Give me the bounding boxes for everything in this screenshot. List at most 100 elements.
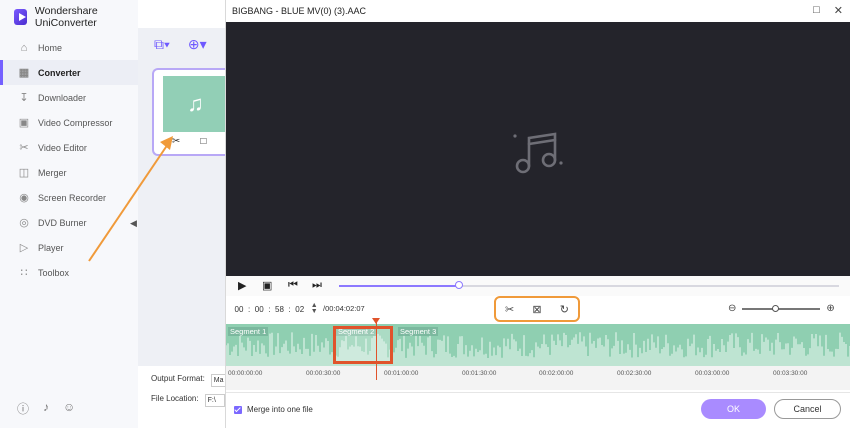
sidebar-item-label: Toolbox (38, 267, 70, 278)
current-time-field[interactable]: 00: 00: 58: 02 ▲ ▼ (234, 302, 318, 315)
feedback-icon[interactable]: ☺ (63, 400, 75, 417)
home-icon: ⌂ (20, 41, 28, 54)
ok-button[interactable]: OK (701, 399, 766, 419)
tick-label: 00:00:00:00 (228, 370, 263, 377)
add-media-icon[interactable]: ⊕▾ (188, 36, 207, 53)
sidebar-item-merger[interactable]: ◫ Merger (0, 160, 138, 185)
time-minutes[interactable]: 00 (254, 305, 264, 314)
time-hours[interactable]: 00 (234, 305, 244, 314)
segment-label: Segment 3 (398, 327, 439, 336)
sidebar-item-label: Converter (38, 67, 81, 78)
play-icon[interactable]: ▶ (238, 279, 246, 292)
app-logo-icon (14, 9, 27, 25)
disc-icon: ◎ (19, 217, 29, 229)
media-preview (226, 22, 850, 276)
dialog-footer: Merge into one file OK Cancel (226, 392, 850, 428)
total-duration: /00:04:02:07 (323, 304, 365, 313)
segment-label: Segment 1 (228, 327, 269, 336)
sidebar-footer: ⓘ ♪ ☺ (17, 400, 75, 417)
time-row: 00: 00: 58: 02 ▲ ▼ /00:04:02:07 ✂ ⊠ ↻ ⊖ ⊕ (226, 296, 850, 322)
grid-icon: ∷ (20, 267, 28, 279)
sidebar-item-label: Player (38, 242, 64, 253)
zoom-handle[interactable] (772, 304, 780, 312)
trim-dialog: BIGBANG - BLUE MV(0) (3).AAC □ ✕ ▶ ▣ ⏮ ⏭ (225, 0, 850, 428)
edit-tools-group: ✂ ⊠ ↻ (494, 296, 580, 322)
file-card-actions: ✂ □ (172, 136, 206, 147)
playhead[interactable] (376, 322, 377, 380)
progress-bar[interactable] (339, 281, 839, 289)
output-format: Output Format: Ma (151, 374, 231, 387)
record-icon: ◉ (19, 192, 29, 204)
download-icon: ↧ (19, 92, 29, 104)
playback-controls: ▶ ▣ ⏮ ⏭ (226, 276, 850, 296)
file-card[interactable]: ♫ ✂ □ (152, 68, 228, 156)
merge-icon: ◫ (18, 167, 30, 179)
time-seconds[interactable]: 58 (274, 305, 284, 314)
sidebar-item-label: Video Editor (38, 142, 87, 153)
progress-fill (339, 285, 459, 287)
previous-frame-icon[interactable]: ⏮ (288, 279, 298, 292)
zoom-in-icon[interactable]: ⊕ (826, 303, 834, 314)
sidebar-nav: ⌂ Home ▦ Converter ↧ Downloader ▣ Video … (0, 35, 138, 285)
merge-option[interactable]: Merge into one file (234, 405, 313, 414)
music-note-icon: ♫ (187, 91, 204, 116)
dialog-title-bar: BIGBANG - BLUE MV(0) (3).AAC □ ✕ (226, 0, 850, 22)
sidebar-item-converter[interactable]: ▦ Converter (0, 60, 138, 85)
play-icon: ▷ (19, 242, 29, 254)
sidebar-item-home[interactable]: ⌂ Home (0, 35, 138, 60)
sidebar-item-video-editor[interactable]: ✂ Video Editor (0, 135, 138, 160)
maximize-icon[interactable]: □ (813, 4, 820, 17)
dialog-title: BIGBANG - BLUE MV(0) (3).AAC (232, 6, 367, 16)
time-frames[interactable]: 02 (295, 305, 305, 314)
sidebar-item-label: Home (38, 42, 63, 53)
sidebar-item-label: Video Compressor (38, 117, 113, 128)
collapse-arrow-icon[interactable]: ◀ (130, 218, 137, 229)
sidebar-item-player[interactable]: ▷ Player (0, 235, 138, 260)
waveform[interactable]: Segment 1 Segment 2 Segment 3 (226, 324, 850, 366)
sidebar-item-label: Downloader (38, 92, 87, 103)
next-frame-icon[interactable]: ⏭ (312, 279, 322, 292)
tick-label: 00:00:30:00 (306, 370, 341, 377)
app-title: Wondershare UniConverter (14, 5, 138, 29)
sidebar-item-dvd-burner[interactable]: ◎ DVD Burner (0, 210, 138, 235)
crop-icon[interactable]: □ (200, 136, 206, 147)
selected-segment[interactable] (333, 326, 393, 364)
merge-checkbox[interactable] (234, 405, 242, 414)
app-name: Wondershare UniConverter (34, 5, 98, 29)
file-location: File Location: F:\ (151, 394, 225, 407)
close-icon[interactable]: ✕ (834, 4, 843, 17)
time-stepper-icon[interactable]: ▲ ▼ (311, 302, 318, 315)
sidebar-item-toolbox[interactable]: ∷ Toolbox (0, 260, 138, 285)
timeline[interactable]: Segment 1 Segment 2 Segment 3 00:00:00:0… (226, 324, 850, 390)
reset-icon[interactable]: ↻ (560, 303, 569, 316)
sidebar-item-label: Screen Recorder (38, 192, 107, 203)
tick-label: 00:01:00:00 (384, 370, 419, 377)
cut-icon[interactable]: ✂ (505, 303, 514, 316)
tick-label: 00:02:00:00 (539, 370, 574, 377)
sidebar-item-video-compressor[interactable]: ▣ Video Compressor (0, 110, 138, 135)
delete-segment-icon[interactable]: ⊠ (532, 303, 541, 316)
window-controls: □ ✕ (813, 4, 843, 17)
zoom-slider[interactable] (742, 304, 821, 312)
sidebar-item-label: DVD Burner (38, 217, 87, 228)
sidebar-item-downloader[interactable]: ↧ Downloader (0, 85, 138, 110)
help-icon[interactable]: ⓘ (17, 400, 29, 417)
compress-icon: ▣ (18, 117, 30, 129)
sidebar-item-label: Merger (38, 167, 67, 178)
tick-label: 00:03:00:00 (695, 370, 730, 377)
stop-icon[interactable]: ▣ (262, 279, 272, 292)
sidebar-item-screen-recorder[interactable]: ◉ Screen Recorder (0, 185, 138, 210)
zoom-control: ⊖ ⊕ (728, 303, 835, 314)
add-file-icon[interactable]: ⧉▾ (154, 36, 170, 53)
cancel-button[interactable]: Cancel (774, 399, 841, 419)
bell-icon[interactable]: ♪ (43, 400, 49, 417)
scissors-icon: ✂ (19, 142, 29, 154)
tick-label: 00:02:30:00 (617, 370, 652, 377)
zoom-out-icon[interactable]: ⊖ (728, 303, 736, 314)
progress-handle[interactable] (455, 281, 463, 289)
file-location-select[interactable]: F:\ (204, 394, 225, 407)
sidebar: Wondershare UniConverter ⌂ Home ▦ Conver… (0, 0, 138, 428)
tick-label: 00:01:30:00 (462, 370, 497, 377)
trim-icon[interactable]: ✂ (172, 136, 180, 147)
converter-icon: ▦ (18, 67, 30, 79)
